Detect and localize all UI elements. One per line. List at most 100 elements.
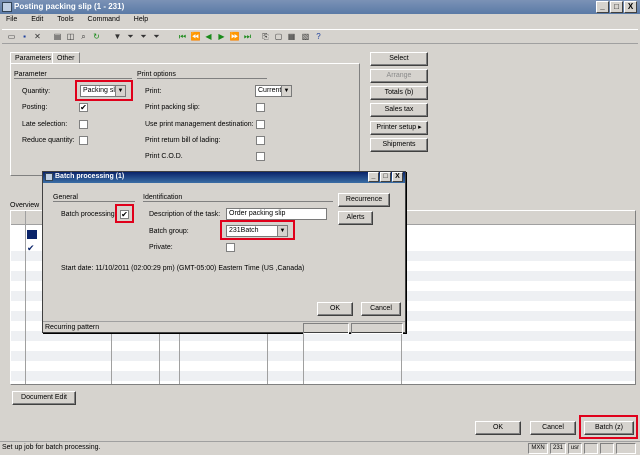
menu-help[interactable]: Help [128,14,154,23]
document-icon[interactable]: ▦ [286,31,297,42]
cancel-button[interactable]: Cancel [530,421,576,435]
status-currency: MXN [528,443,548,454]
batch-processing-highlight [115,204,134,223]
save-icon[interactable]: ▪ [19,31,30,42]
quantity-highlight [75,80,133,101]
print-cod-checkbox[interactable] [256,152,265,161]
maximize-button[interactable]: □ [610,1,623,13]
recurrence-button[interactable]: Recurrence [338,193,390,207]
dialog-minimize-button[interactable]: _ [368,172,379,182]
identification-group-label: Identification [143,194,333,202]
remove-filter-icon[interactable]: ⏷ [151,31,162,42]
print-icon[interactable]: ▤ [52,31,63,42]
menu-bar: File Edit Tools Command Help [0,14,640,28]
filter-by-selection-icon[interactable]: ▼ [112,31,123,42]
dialog-app-icon [45,173,53,181]
print-return-bill-checkbox[interactable] [256,136,265,145]
select-button[interactable]: Select [370,52,428,66]
next-page-icon[interactable]: ⏩ [229,31,240,42]
row-check-icon[interactable]: ✔ [27,243,35,254]
sales-tax-button[interactable]: Sales tax [370,103,428,117]
posting-checkbox[interactable]: ✔ [79,103,88,112]
start-date-text: Start date: 11/10/2011 (02:00:29 pm) (GM… [61,265,305,272]
print-preview-icon[interactable]: ◫ [65,31,76,42]
attachment-icon[interactable]: ⎘ [260,31,271,42]
recurring-pattern-text: Recurring pattern [45,324,100,331]
advanced-filter-icon[interactable]: ⏷ [138,31,149,42]
batch-highlight [579,415,638,439]
document-edit-button[interactable]: Document Edit [12,391,76,405]
private-checkbox[interactable] [226,243,235,252]
print-cod-label: Print C.O.D. [145,153,183,160]
status-message: Set up job for batch processing. [2,444,101,451]
batch-group-highlight [220,220,295,240]
chevron-right-icon: ▸ [418,124,422,131]
dialog-status-cell [303,323,349,334]
print-select[interactable]: Current ▼ [255,85,292,97]
dialog-title: Batch processing (1) [55,173,125,180]
minimize-button[interactable]: _ [596,1,609,13]
first-record-icon[interactable]: ⏮ [177,31,188,42]
use-print-management-label: Use print management destination: [145,121,254,128]
reduce-quantity-label: Reduce quantity: [22,137,75,144]
status-cell [616,443,636,454]
dialog-title-bar: Batch processing (1) _ □ X [43,172,405,183]
table-row [11,371,635,381]
status-cell [600,443,614,454]
toolbar: ▭ ▪ ✕ ▤ ◫ ⌕ ↻ ▼ ⏷ ⏷ ⏷ ⏮ ⏪ ◀ ▶ ⏩ ⏭ ⎘ ▢ ▦ … [2,29,638,44]
previous-page-icon[interactable]: ⏪ [190,31,201,42]
dialog-ok-button[interactable]: OK [317,302,353,316]
reduce-quantity-checkbox[interactable] [79,136,88,145]
private-label: Private: [149,244,173,251]
dialog-status-bar: Recurring pattern [43,321,405,334]
printer-setup-button[interactable]: Printer setup ▸ [370,121,428,135]
grid-divider [25,211,26,384]
new-icon[interactable]: ▭ [6,31,17,42]
delete-icon[interactable]: ✕ [32,31,43,42]
menu-edit[interactable]: Edit [25,14,49,23]
description-field[interactable]: Order packing slip [226,208,327,220]
dialog-close-button[interactable]: X [392,172,403,182]
ok-button[interactable]: OK [475,421,521,435]
close-button[interactable]: X [624,1,637,13]
overview-label: Overview [10,202,40,209]
batch-processing-label: Batch processing: [61,211,117,218]
menu-tools[interactable]: Tools [51,14,79,23]
print-value: Current [258,87,282,94]
print-packing-slip-checkbox[interactable] [256,103,265,112]
parameter-group-label: Parameter [14,71,132,79]
dialog-maximize-button[interactable]: □ [380,172,391,182]
arrange-button[interactable]: Arrange [370,69,428,83]
dialog-cancel-button[interactable]: Cancel [361,302,401,316]
help-icon[interactable]: ? [313,31,324,42]
status-cell [584,443,598,454]
chevron-down-icon[interactable]: ▼ [281,86,291,96]
table-row [11,351,635,361]
previous-record-icon[interactable]: ◀ [203,31,214,42]
use-print-management-checkbox[interactable] [256,120,265,129]
selected-row-marker [27,230,37,239]
lock-icon[interactable]: ▢ [273,31,284,42]
last-record-icon[interactable]: ⏭ [242,31,253,42]
find-icon[interactable]: ⌕ [78,31,89,42]
posting-label: Posting: [22,104,48,111]
refresh-icon[interactable]: ↻ [91,31,102,42]
status-company: 231 [550,443,566,454]
late-selection-checkbox[interactable] [79,120,88,129]
dialog-status-cell [351,323,403,334]
menu-file[interactable]: File [0,14,23,23]
shipments-button[interactable]: Shipments [370,138,428,152]
status-layer: usr [568,443,582,454]
report-icon[interactable]: ▧ [300,31,311,42]
totals-button[interactable]: Totals (b) [370,86,428,100]
next-record-icon[interactable]: ▶ [216,31,227,42]
menu-command[interactable]: Command [82,14,126,23]
late-selection-label: Late selection: [22,121,68,128]
alerts-button[interactable]: Alerts [338,211,373,225]
parameters-panel [10,63,360,176]
filter-icon[interactable]: ⏷ [125,31,136,42]
printer-setup-label: Printer setup [376,124,417,131]
window-title: Posting packing slip (1 - 231) [14,2,125,11]
status-bar: Set up job for batch processing. MXN 231… [0,441,640,455]
print-options-group-label: Print options [137,71,267,79]
